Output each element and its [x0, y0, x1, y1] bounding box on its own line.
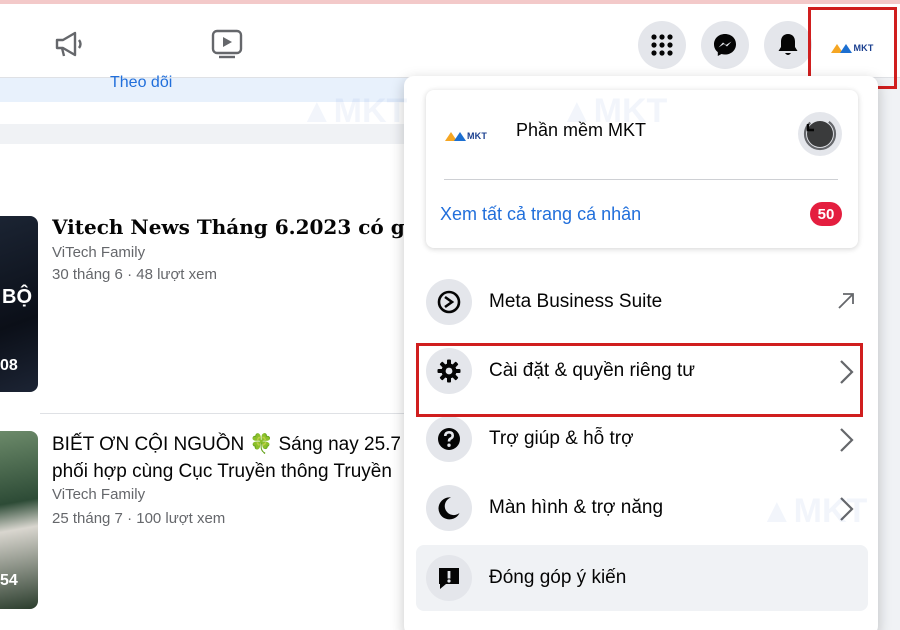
video-thumbnail[interactable]: 54	[0, 431, 38, 609]
video-title-line: phối hợp cùng Cục Truyền thông Truyền	[52, 461, 392, 482]
menu-item-label: Meta Business Suite	[489, 291, 663, 312]
video-meta: 30 tháng 6 · 48 lượt xem	[52, 266, 217, 283]
menu-item-label: Đóng góp ý kiến	[489, 567, 627, 588]
feed-gap	[0, 124, 410, 144]
video-meta: 25 tháng 7 · 100 lượt xem	[52, 510, 226, 527]
messenger-icon[interactable]	[701, 21, 749, 69]
menu-grid-icon[interactable]	[638, 21, 686, 69]
switch-profile-icon[interactable]	[798, 112, 842, 156]
video-author[interactable]: ViTech Family	[52, 242, 145, 264]
video-play-icon[interactable]	[207, 24, 247, 64]
profile-avatar: MKT	[826, 22, 879, 74]
follow-link[interactable]: Theo dõi	[110, 74, 172, 92]
moon-icon	[426, 485, 472, 531]
video-title[interactable]: BIẾT ƠN CỘI NGUỒN 🍀 Sáng nay 25.7 phối h…	[52, 431, 407, 485]
top-navigation-bar: MKT	[0, 0, 900, 89]
video-feed	[0, 102, 410, 630]
menu-item-meta-business-suite[interactable]: Meta Business Suite	[416, 273, 868, 333]
video-title-line: BIẾT ƠN CỘI NGUỒN 🍀 Sáng nay 25.7	[52, 434, 401, 455]
thumbnail-duration: 54	[0, 572, 18, 589]
video-author[interactable]: ViTech Family	[52, 484, 145, 506]
external-arrow-icon	[834, 289, 858, 318]
chevron-right-icon	[834, 495, 858, 528]
profile-card-divider	[444, 179, 838, 180]
notifications-bell-icon[interactable]	[764, 21, 812, 69]
page-avatar[interactable]: MKT	[440, 110, 492, 162]
menu-item-label: Màn hình & trợ năng	[489, 497, 664, 518]
highlight-annotation-box	[416, 343, 863, 417]
feedback-exclamation-icon	[426, 555, 472, 601]
thumbnail-duration: 08	[0, 357, 18, 374]
menu-item-help-support[interactable]: Trợ giúp & hỗ trợ	[416, 410, 868, 470]
profile-card: MKT Phần mềm MKT Xem tất cả trang cá nhâ…	[426, 90, 858, 248]
profile-name[interactable]: Phần mềm MKT	[516, 120, 646, 141]
video-thumbnail[interactable]: BỘ 08	[0, 216, 38, 392]
video-title[interactable]: Vitech News Tháng 6.2023 có gì	[52, 215, 404, 239]
profiles-count-badge: 50	[810, 202, 842, 226]
megaphone-icon[interactable]	[50, 24, 90, 64]
see-all-profiles-link[interactable]: Xem tất cả trang cá nhân	[440, 204, 641, 225]
chevron-right-icon	[834, 426, 858, 459]
menu-item-display-accessibility[interactable]: Màn hình & trợ năng	[416, 479, 868, 539]
thumbnail-text: BỘ	[2, 286, 32, 308]
menu-item-label: Trợ giúp & hỗ trợ	[489, 428, 634, 449]
menu-item-give-feedback[interactable]: Đóng góp ý kiến	[416, 545, 868, 611]
help-question-icon	[426, 416, 472, 462]
feed-divider	[40, 413, 410, 414]
meta-business-icon	[426, 279, 472, 325]
follow-strip: Theo dõi	[0, 74, 420, 102]
mkt-logo-icon: MKT	[831, 43, 873, 53]
mkt-logo-icon: MKT	[444, 131, 487, 141]
